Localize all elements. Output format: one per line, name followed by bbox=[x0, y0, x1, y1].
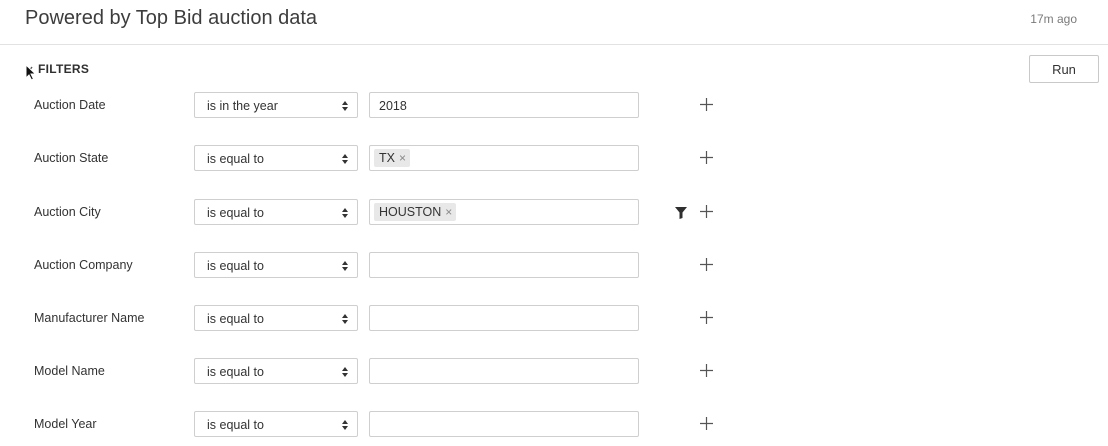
up-down-arrows-icon bbox=[342, 261, 348, 271]
operator-value: is equal to bbox=[207, 365, 264, 379]
token-remove-icon[interactable]: × bbox=[445, 206, 452, 218]
filter-row-auction-city: Auction City is equal to HOUSTON × bbox=[0, 199, 1108, 227]
filter-label: Auction Company bbox=[34, 258, 133, 272]
filter-label: Auction State bbox=[34, 151, 109, 165]
up-down-arrows-icon bbox=[342, 154, 348, 164]
run-button[interactable]: Run bbox=[1029, 55, 1099, 83]
last-run-timestamp: 17m ago bbox=[1030, 12, 1077, 26]
header: Powered by Top Bid auction data 17m ago bbox=[0, 0, 1108, 45]
operator-value: is equal to bbox=[207, 206, 264, 220]
up-down-arrows-icon bbox=[342, 208, 348, 218]
filters-label: FILTERS bbox=[38, 62, 90, 76]
operator-value: is equal to bbox=[207, 418, 264, 432]
token-text: TX bbox=[379, 151, 395, 165]
up-down-arrows-icon bbox=[342, 367, 348, 377]
filter-label: Model Name bbox=[34, 364, 105, 378]
operator-select[interactable]: is equal to bbox=[194, 199, 358, 225]
token-text: HOUSTON bbox=[379, 205, 442, 219]
filter-row-auction-state: Auction State is equal to TX × bbox=[0, 145, 1108, 173]
value-token: HOUSTON × bbox=[374, 203, 457, 221]
operator-value: is equal to bbox=[207, 259, 264, 273]
filter-row-model-year: Model Year is equal to bbox=[0, 411, 1108, 439]
filter-row-auction-company: Auction Company is equal to bbox=[0, 252, 1108, 280]
caret-down-icon bbox=[25, 66, 33, 73]
value-input[interactable]: HOUSTON × bbox=[369, 199, 639, 225]
value-input[interactable] bbox=[369, 252, 639, 278]
value-token: TX × bbox=[374, 149, 410, 167]
plus-icon[interactable] bbox=[700, 205, 713, 218]
filter-label: Manufacturer Name bbox=[34, 311, 145, 325]
operator-select[interactable]: is equal to bbox=[194, 358, 358, 384]
token-remove-icon[interactable]: × bbox=[399, 152, 406, 164]
value-text: 2018 bbox=[379, 99, 407, 113]
filter-label: Model Year bbox=[34, 417, 97, 431]
filter-row-model-name: Model Name is equal to bbox=[0, 358, 1108, 386]
operator-value: is in the year bbox=[207, 99, 278, 113]
filter-row-manufacturer-name: Manufacturer Name is equal to bbox=[0, 305, 1108, 333]
plus-icon[interactable] bbox=[700, 151, 713, 164]
operator-select[interactable]: is equal to bbox=[194, 411, 358, 437]
value-input[interactable] bbox=[369, 358, 639, 384]
operator-value: is equal to bbox=[207, 152, 264, 166]
plus-icon[interactable] bbox=[700, 364, 713, 377]
operator-value: is equal to bbox=[207, 312, 264, 326]
plus-icon[interactable] bbox=[700, 311, 713, 324]
value-input[interactable] bbox=[369, 411, 639, 437]
operator-select[interactable]: is equal to bbox=[194, 305, 358, 331]
value-input[interactable]: 2018 bbox=[369, 92, 639, 118]
filter-label: Auction City bbox=[34, 205, 101, 219]
plus-icon[interactable] bbox=[700, 417, 713, 430]
value-input[interactable]: TX × bbox=[369, 145, 639, 171]
up-down-arrows-icon bbox=[342, 314, 348, 324]
operator-select[interactable]: is in the year bbox=[194, 92, 358, 118]
filter-label: Auction Date bbox=[34, 98, 106, 112]
filter-row-auction-date: Auction Date is in the year 2018 bbox=[0, 92, 1108, 120]
filters-toggle[interactable]: FILTERS bbox=[24, 62, 89, 76]
page-title: Powered by Top Bid auction data bbox=[25, 7, 318, 29]
operator-select[interactable]: is equal to bbox=[194, 252, 358, 278]
operator-select[interactable]: is equal to bbox=[194, 145, 358, 171]
plus-icon[interactable] bbox=[700, 98, 713, 111]
up-down-arrows-icon bbox=[342, 420, 348, 430]
up-down-arrows-icon bbox=[342, 101, 348, 111]
value-input[interactable] bbox=[369, 305, 639, 331]
funnel-icon[interactable] bbox=[675, 207, 687, 219]
plus-icon[interactable] bbox=[700, 258, 713, 271]
